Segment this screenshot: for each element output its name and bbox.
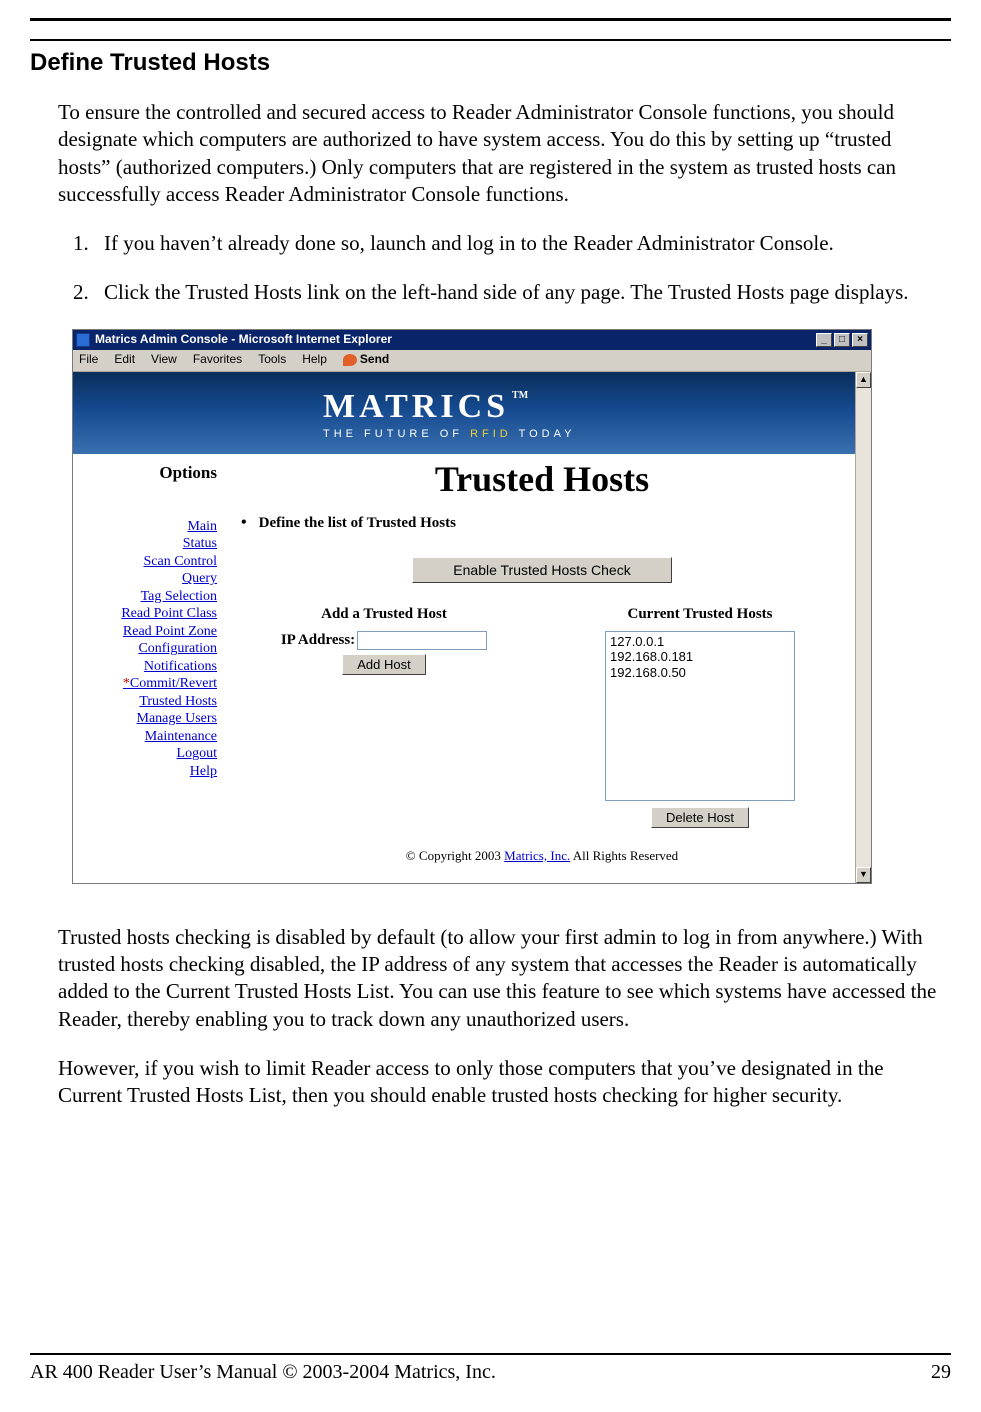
nav-status[interactable]: Status: [73, 535, 217, 553]
commit-star-icon: *: [123, 676, 130, 691]
minimize-button[interactable]: _: [816, 333, 832, 347]
section-title: Define Trusted Hosts: [30, 49, 951, 77]
host-item[interactable]: 127.0.0.1: [610, 634, 790, 650]
app-copyright: © Copyright 2003 Matrics, Inc. All Right…: [241, 848, 843, 865]
maximize-button[interactable]: □: [834, 333, 850, 347]
nav-trusted-hosts[interactable]: Trusted Hosts: [73, 693, 217, 711]
menu-edit[interactable]: Edit: [114, 352, 135, 368]
close-button[interactable]: ×: [852, 333, 868, 347]
options-sidebar: Options Main Status Scan Control Query T…: [73, 454, 223, 883]
logo-tm: TM: [512, 389, 528, 402]
page-title: Trusted Hosts: [241, 456, 843, 503]
menu-favorites[interactable]: Favorites: [193, 352, 242, 368]
send-label: Send: [360, 352, 389, 368]
logo-text: MATRICS: [323, 385, 509, 429]
logo-banner: MATRICS TM THE FUTURE OF RFID TODAY: [73, 372, 855, 454]
copyright-suffix: All Rights Reserved: [570, 848, 678, 863]
page-number: 29: [931, 1361, 951, 1384]
outro-paragraph-1: Trusted hosts checking is disabled by de…: [58, 924, 941, 1033]
copyright-prefix: © Copyright 2003: [406, 848, 504, 863]
step-1: If you haven’t already done so, launch a…: [94, 230, 941, 257]
scroll-up-icon[interactable]: ▲: [856, 372, 871, 388]
menu-tools[interactable]: Tools: [258, 352, 286, 368]
menu-help[interactable]: Help: [302, 352, 327, 368]
outro-paragraph-2: However, if you wish to limit Reader acc…: [58, 1055, 941, 1110]
menu-view[interactable]: View: [151, 352, 177, 368]
ip-address-label: IP Address:: [281, 631, 355, 651]
host-item[interactable]: 192.168.0.181: [610, 649, 790, 665]
send-button[interactable]: Send: [343, 352, 389, 368]
nav-tag-selection[interactable]: Tag Selection: [73, 588, 217, 606]
window-title: Matrics Admin Console - Microsoft Intern…: [95, 332, 816, 348]
trusted-hosts-listbox[interactable]: 127.0.0.1 192.168.0.181 192.168.0.50: [605, 631, 795, 801]
add-host-title: Add a Trusted Host: [241, 605, 527, 625]
browser-window: Matrics Admin Console - Microsoft Intern…: [72, 329, 872, 884]
nav-configuration[interactable]: Configuration: [73, 640, 217, 658]
top-rule: [30, 18, 951, 21]
sub-rule: [30, 39, 951, 41]
nav-main[interactable]: Main: [73, 518, 217, 536]
menubar: File Edit View Favorites Tools Help Send: [73, 350, 871, 372]
nav-query[interactable]: Query: [73, 570, 217, 588]
step-2: Click the Trusted Hosts link on the left…: [94, 279, 941, 306]
nav-read-point-zone[interactable]: Read Point Zone: [73, 623, 217, 641]
nav-commit-revert[interactable]: *Commit/Revert: [73, 675, 217, 693]
tagline-a: THE FUTURE OF: [323, 428, 470, 440]
matrics-link[interactable]: Matrics, Inc.: [504, 848, 570, 863]
nav-scan-control[interactable]: Scan Control: [73, 553, 217, 571]
intro-paragraph: To ensure the controlled and secured acc…: [58, 99, 941, 208]
ip-address-input[interactable]: [357, 631, 487, 650]
nav-manage-users[interactable]: Manage Users: [73, 710, 217, 728]
enable-trusted-hosts-button[interactable]: Enable Trusted Hosts Check: [412, 557, 672, 583]
window-titlebar: Matrics Admin Console - Microsoft Intern…: [73, 330, 871, 350]
scroll-track[interactable]: [856, 388, 871, 867]
options-title: Options: [73, 462, 217, 484]
scroll-down-icon[interactable]: ▼: [856, 867, 871, 883]
footer-left: AR 400 Reader User’s Manual © 2003-2004 …: [30, 1361, 496, 1384]
send-icon: [343, 354, 357, 366]
tagline-c: TODAY: [512, 428, 576, 440]
nav-maintenance[interactable]: Maintenance: [73, 728, 217, 746]
nav-read-point-class[interactable]: Read Point Class: [73, 605, 217, 623]
vertical-scrollbar[interactable]: ▲ ▼: [855, 372, 871, 883]
nav-help[interactable]: Help: [73, 763, 217, 781]
nav-commit-label: Commit/Revert: [130, 676, 217, 691]
tagline-rfid: RFID: [470, 428, 512, 440]
nav-notifications[interactable]: Notifications: [73, 658, 217, 676]
page-subtitle: Define the list of Trusted Hosts: [241, 513, 843, 534]
current-hosts-title: Current Trusted Hosts: [557, 605, 843, 625]
nav-logout[interactable]: Logout: [73, 745, 217, 763]
footer-rule: [30, 1353, 951, 1355]
ie-icon: [76, 333, 90, 347]
menu-file[interactable]: File: [79, 352, 98, 368]
host-item[interactable]: 192.168.0.50: [610, 665, 790, 681]
add-host-button[interactable]: Add Host: [342, 654, 425, 675]
delete-host-button[interactable]: Delete Host: [651, 807, 749, 828]
